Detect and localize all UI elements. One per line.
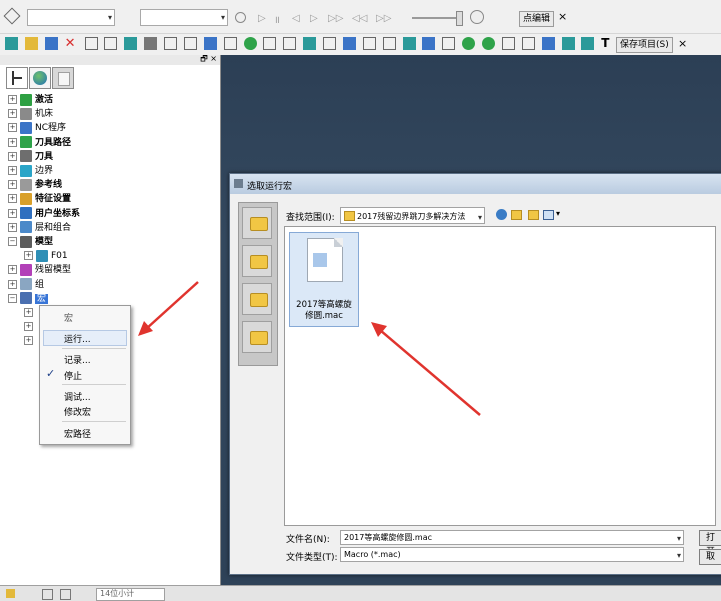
status-icon <box>6 589 15 598</box>
arrow-to-context-menu <box>138 281 199 336</box>
status-bar: 14位小计 <box>0 585 721 601</box>
status-icon <box>60 589 71 600</box>
status-icon <box>42 589 53 600</box>
status-field[interactable]: 14位小计 <box>96 588 165 601</box>
arrow-to-file-item <box>371 322 481 416</box>
annotation-arrows <box>138 281 481 416</box>
